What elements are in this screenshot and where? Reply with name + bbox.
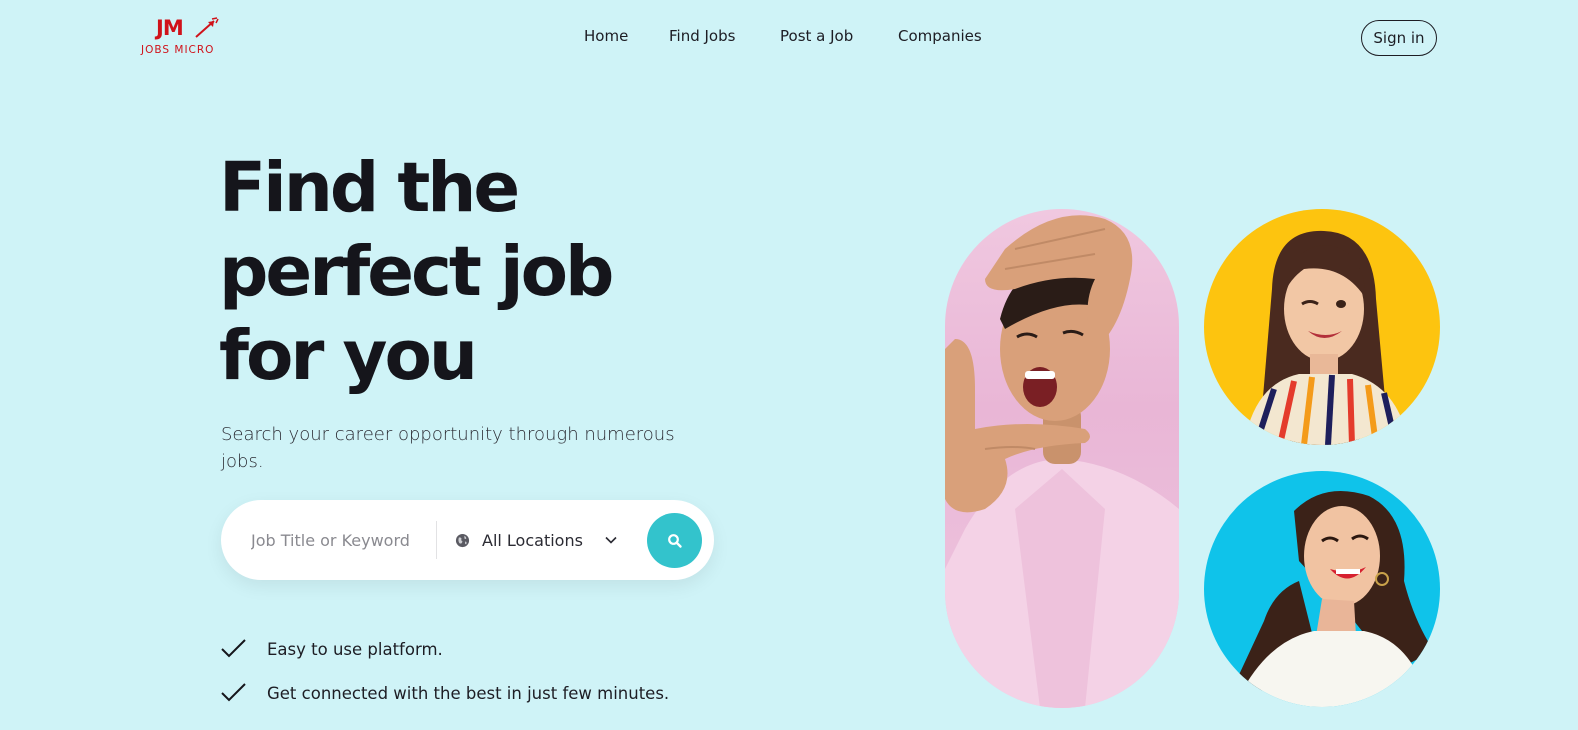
search-icon [667,533,682,548]
feature-item: Easy to use platform. [220,638,443,660]
globe-icon [455,533,470,547]
nav-post-a-job[interactable]: Post a Job [780,27,853,45]
location-selected-value: All Locations [482,530,583,550]
man-photo [945,209,1179,708]
keyword-input[interactable] [251,524,431,556]
brand-logo[interactable]: JM JOBS MICRO [141,16,223,60]
hero-title-line: Find the [219,148,520,228]
woman-smiling-photo [1204,471,1440,707]
nav-home[interactable]: Home [584,27,628,45]
search-divider [436,521,437,559]
hero-title-line: for you [219,316,478,396]
sign-in-button[interactable]: Sign in [1361,20,1437,56]
woman-winking-photo [1204,209,1440,445]
hero-title-line: perfect job [219,232,614,312]
job-search-bar: All Locations [221,500,714,580]
feature-text: Get connected with the best in just few … [267,683,670,703]
dart-icon [195,17,219,38]
hero-title: Find the perfect job for you [219,146,739,398]
feature-text: Easy to use platform. [267,639,443,659]
hero-subtitle: Search your career opportunity through n… [221,424,675,472]
brand-mark: JM [156,16,184,40]
nav-find-jobs[interactable]: Find Jobs [669,27,735,45]
search-button[interactable] [647,513,702,568]
check-icon [221,639,246,658]
nav-companies[interactable]: Companies [898,27,982,45]
brand-name: JOBS MICRO [141,44,215,56]
location-select[interactable]: All Locations [455,522,625,558]
check-icon [221,683,246,702]
chevron-down-icon [605,536,617,544]
feature-item: Get connected with the best in just few … [220,682,669,704]
